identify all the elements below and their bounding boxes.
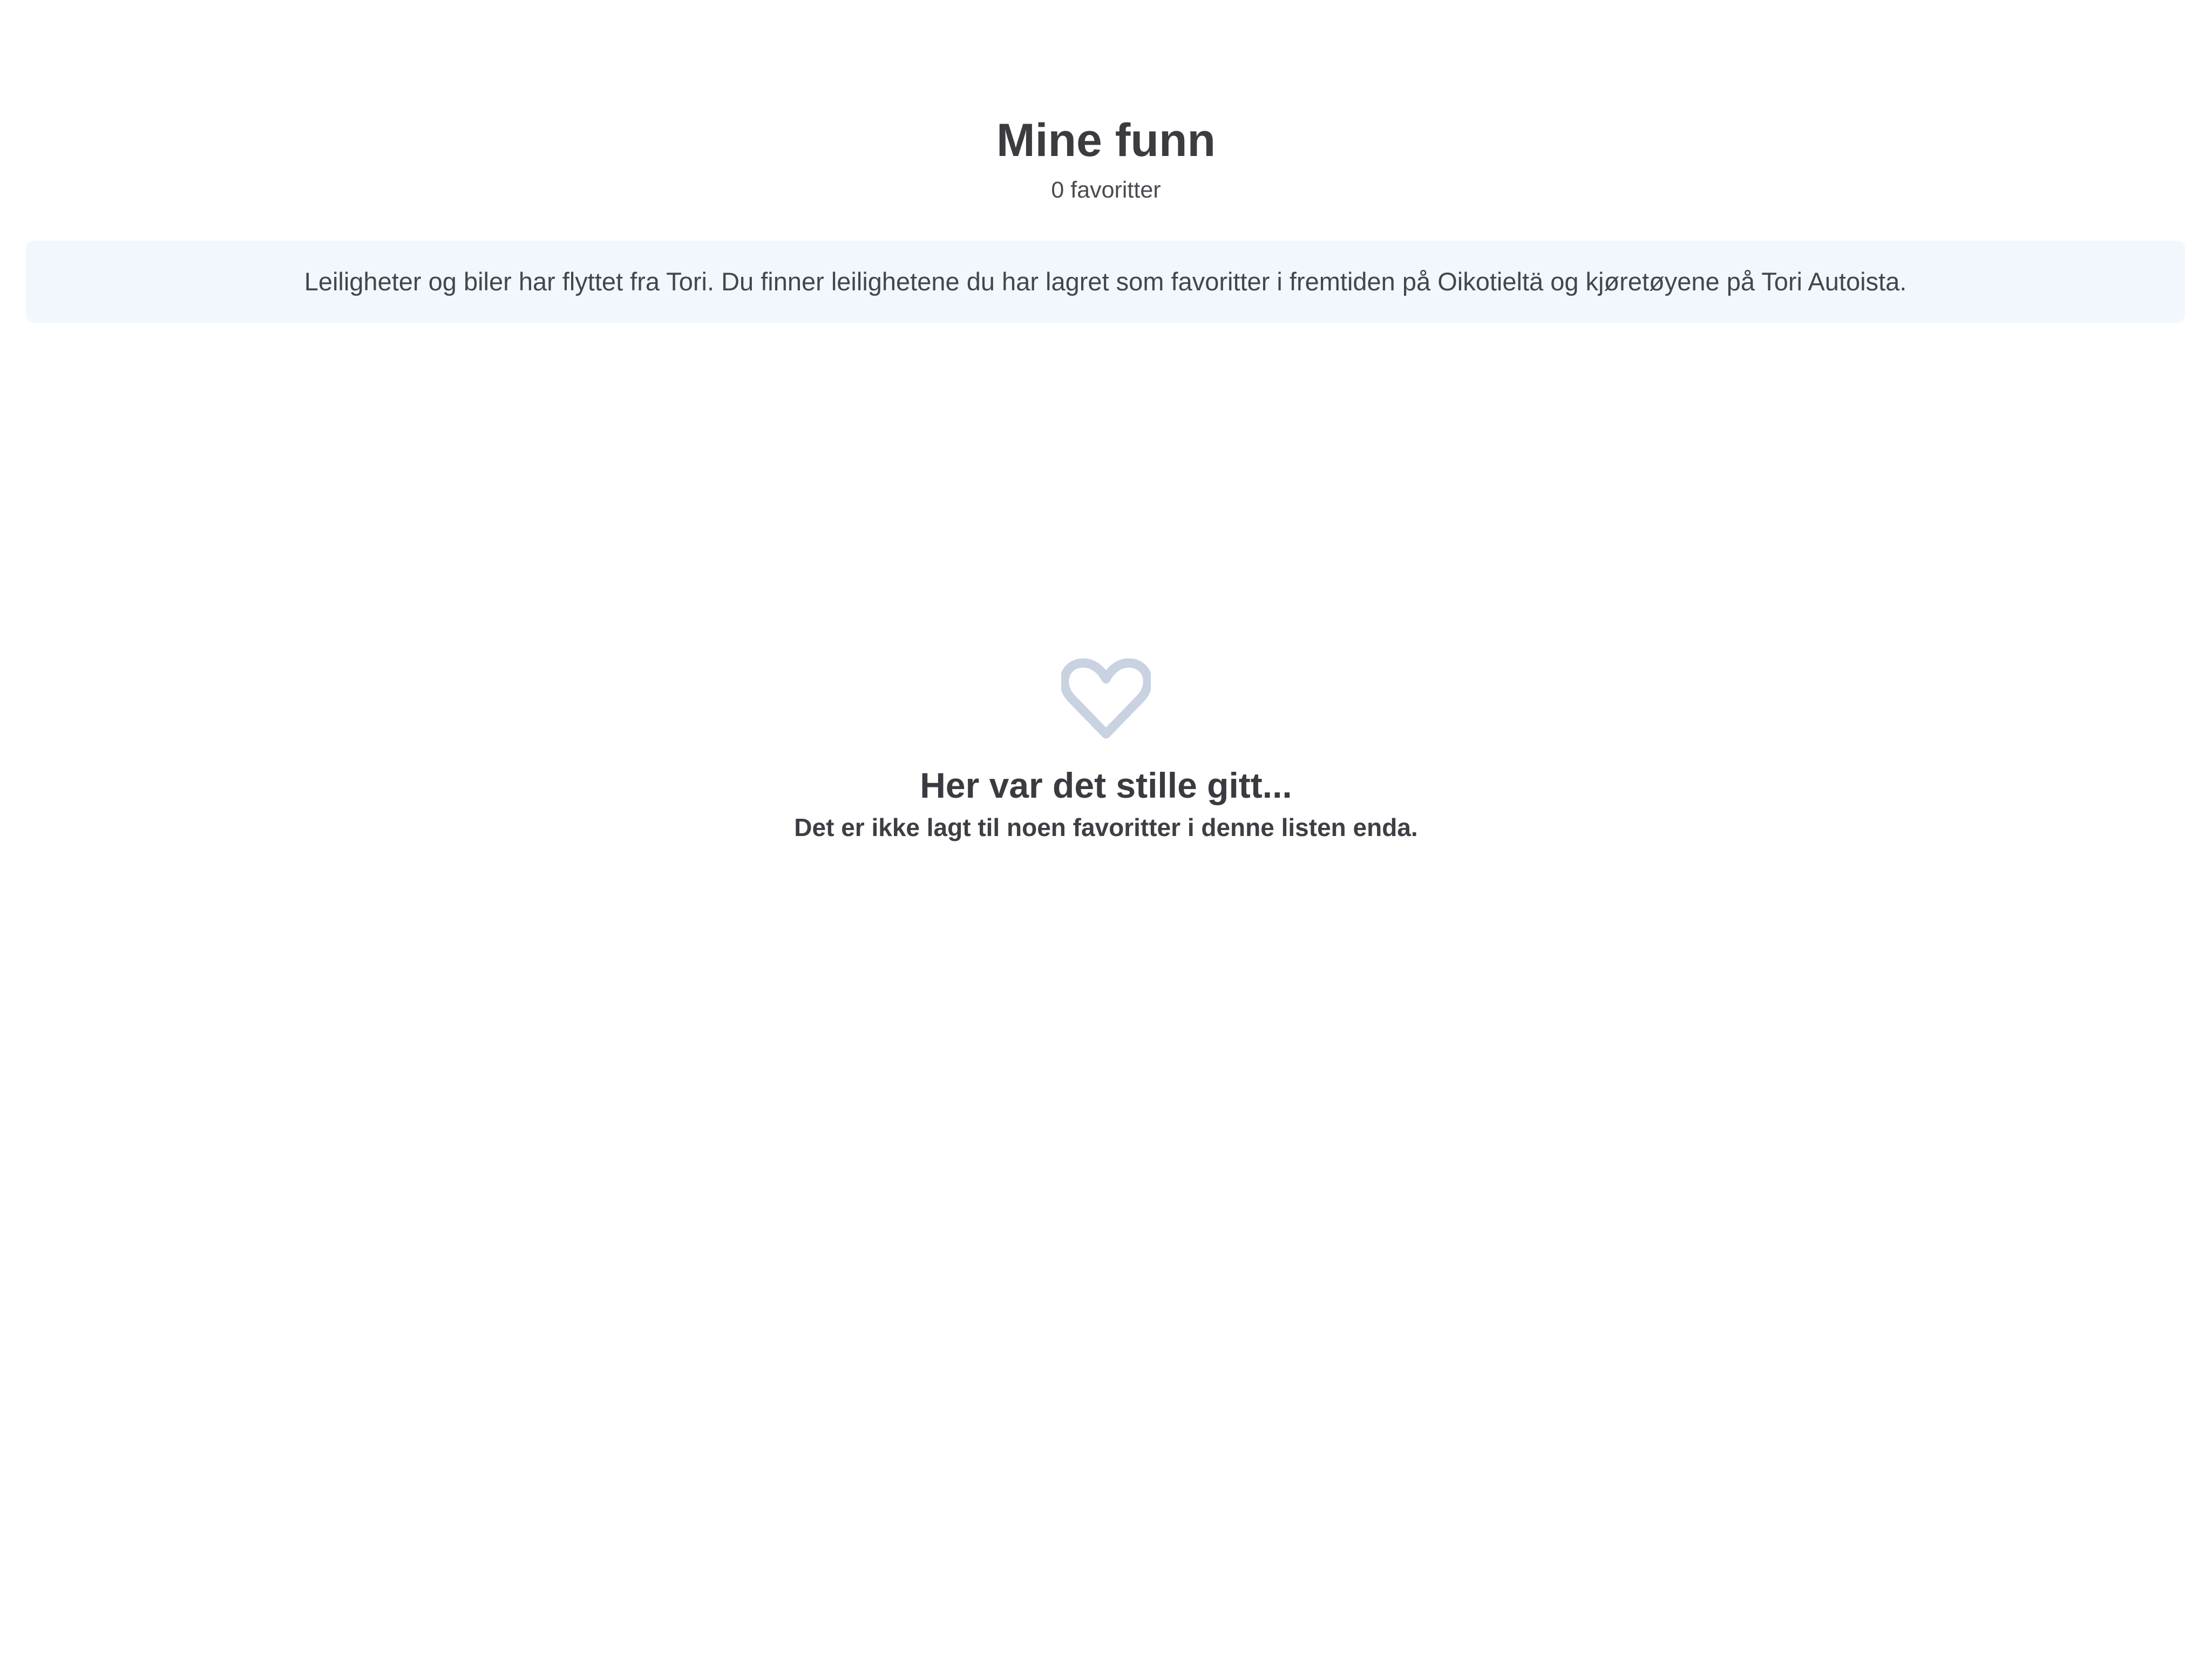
page-header: Mine funn 0 favoritter <box>0 111 2212 205</box>
favorites-page: Mine funn 0 favoritter Leiligheter og bi… <box>0 0 2212 1658</box>
info-banner-text: Leiligheter og biler har flyttet fra Tor… <box>304 267 1907 296</box>
empty-state-title: Her var det stille gitt... <box>920 765 1292 805</box>
info-banner: Leiligheter og biler har flyttet fra Tor… <box>26 241 2185 323</box>
empty-state-subtitle: Det er ikke lagt til noen favoritter i d… <box>794 813 1418 841</box>
empty-state: Her var det stille gitt... Det er ikke l… <box>0 658 2212 843</box>
heart-outline-icon <box>1061 658 1151 739</box>
page-title: Mine funn <box>996 114 1216 166</box>
favorites-count: 0 favoritter <box>1051 177 1161 203</box>
